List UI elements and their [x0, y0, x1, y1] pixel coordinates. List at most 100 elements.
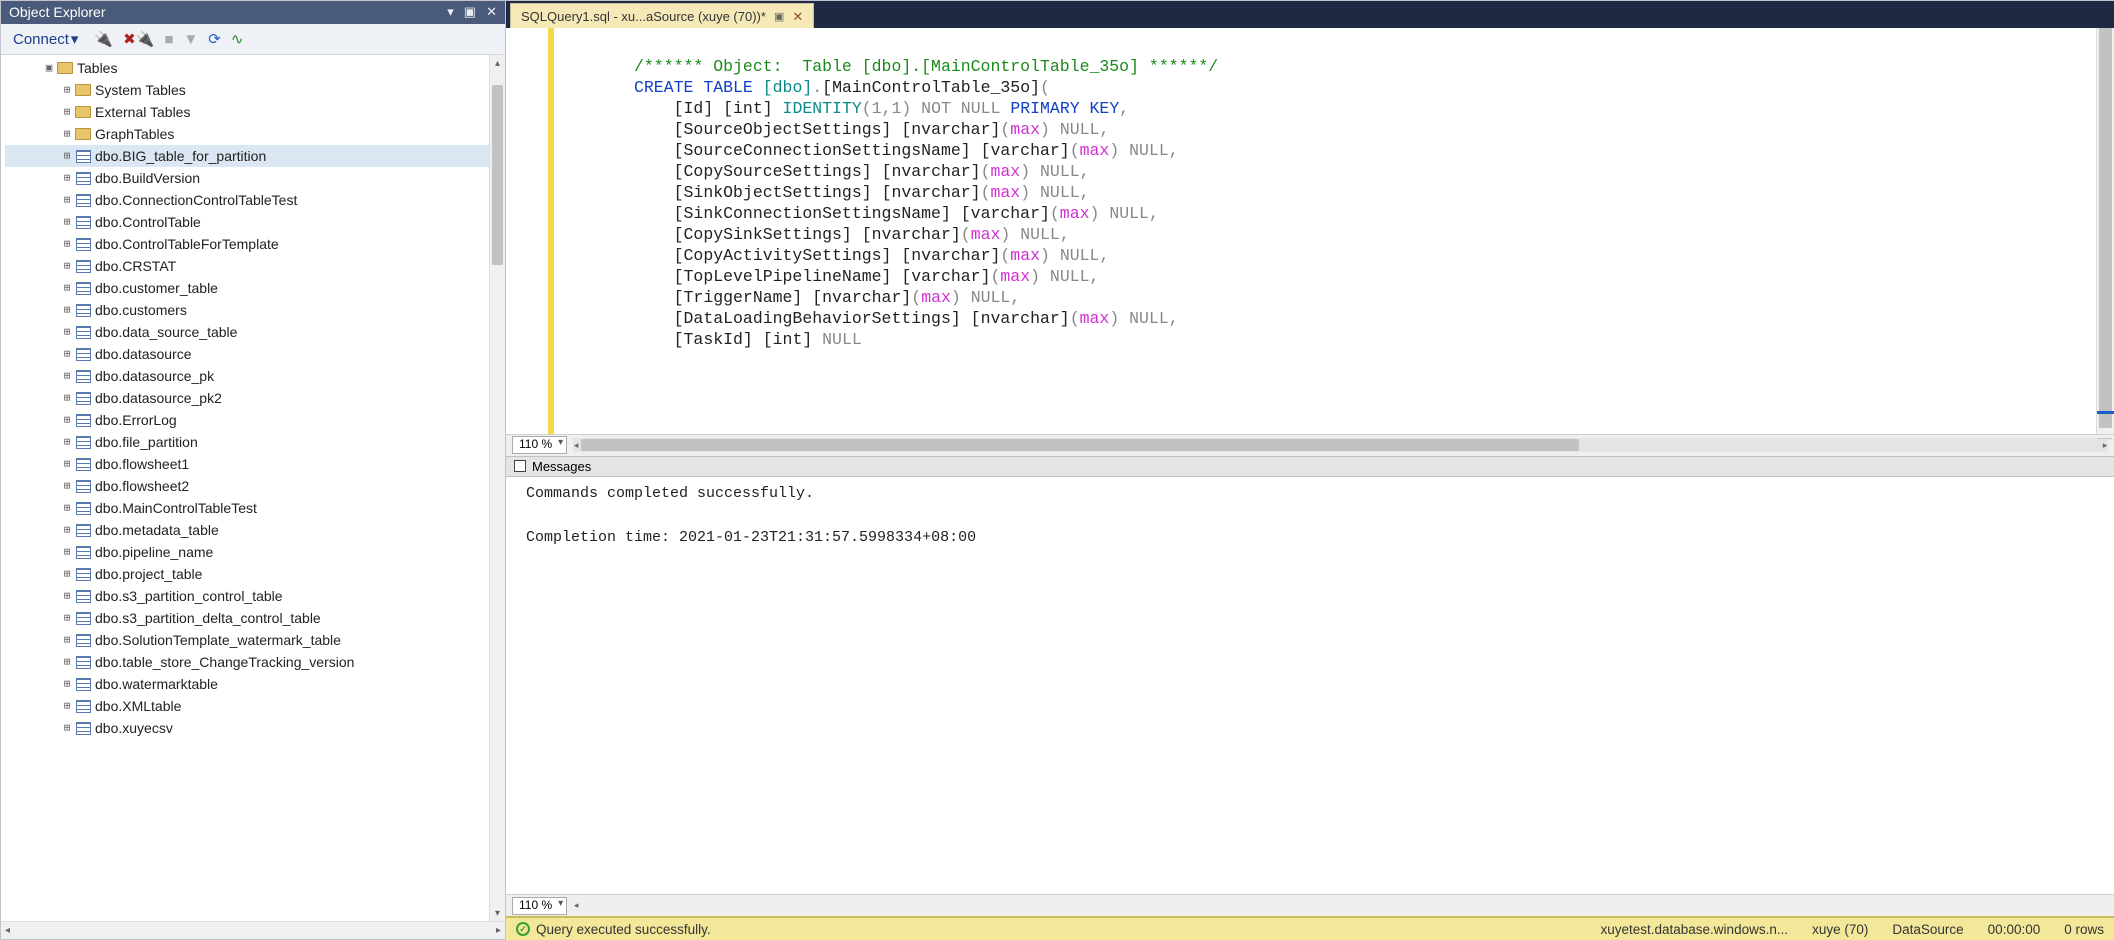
object-explorer-titlebar[interactable]: Object Explorer ▾ ▣ ✕: [1, 1, 505, 24]
expand-icon[interactable]: ⊞: [61, 80, 73, 100]
scrollbar-thumb[interactable]: [581, 439, 1579, 451]
expand-icon[interactable]: ⊞: [61, 102, 73, 122]
tree-folder[interactable]: ⊞External Tables: [5, 101, 489, 123]
tree-table[interactable]: ⊞dbo.watermarktable: [5, 673, 489, 695]
tree-table[interactable]: ⊞dbo.datasource_pk: [5, 365, 489, 387]
tree-folder[interactable]: ⊞GraphTables: [5, 123, 489, 145]
tree-table[interactable]: ⊞dbo.xuyecsv: [5, 717, 489, 739]
expand-icon[interactable]: ⊞: [61, 256, 73, 276]
editor-vertical-scrollbar[interactable]: [2096, 28, 2114, 434]
expand-icon[interactable]: ⊞: [61, 652, 73, 672]
expand-icon[interactable]: ⊞: [61, 586, 73, 606]
table-icon: [75, 302, 91, 318]
pin-tab-icon[interactable]: ▣: [774, 10, 784, 23]
active-tab[interactable]: SQLQuery1.sql - xu...aSource (xuye (70))…: [510, 3, 814, 28]
tree-table[interactable]: ⊞dbo.MainControlTableTest: [5, 497, 489, 519]
tree-table[interactable]: ⊞ dbo.project_table: [5, 563, 489, 585]
tree-table[interactable]: ⊞dbo.data_source_table: [5, 321, 489, 343]
disconnect-icon[interactable]: ✖🔌: [123, 30, 154, 48]
scrollbar-thumb[interactable]: [2099, 28, 2112, 428]
expand-icon[interactable]: ⊞: [61, 146, 73, 166]
tree-table[interactable]: ⊞dbo.pipeline_name: [5, 541, 489, 563]
expand-icon[interactable]: ⊞: [61, 498, 73, 518]
expand-icon[interactable]: ⊞: [61, 190, 73, 210]
expand-icon[interactable]: ⊞: [61, 278, 73, 298]
tree-table[interactable]: ⊞dbo.customer_table: [5, 277, 489, 299]
scroll-right-icon[interactable]: ▸: [2098, 438, 2112, 452]
tree-vertical-scrollbar[interactable]: ▴ ▾: [489, 55, 505, 921]
tree-table[interactable]: ⊞dbo.file_partition: [5, 431, 489, 453]
messages-body[interactable]: Commands completed successfully. Complet…: [506, 477, 2114, 895]
messages-horizontal-scrollbar[interactable]: ◂: [573, 899, 2108, 913]
tree-table[interactable]: ⊞dbo.ErrorLog: [5, 409, 489, 431]
folder-icon: [75, 126, 91, 142]
tree-table[interactable]: ⊞dbo.metadata_table: [5, 519, 489, 541]
collapse-icon[interactable]: ▣: [43, 58, 55, 78]
expand-icon[interactable]: ⊞: [61, 476, 73, 496]
expand-icon[interactable]: ⊞: [61, 520, 73, 540]
scroll-right-icon[interactable]: ▸: [496, 925, 501, 936]
refresh-icon[interactable]: ⟳: [208, 30, 221, 48]
expand-icon[interactable]: ⊞: [61, 388, 73, 408]
sql-code-editor[interactable]: /****** Object: Table [dbo].[MainControl…: [554, 28, 2114, 434]
expand-icon[interactable]: ⊞: [61, 718, 73, 738]
expand-icon[interactable]: ⊞: [61, 696, 73, 716]
tree-table[interactable]: ⊞dbo.ControlTable: [5, 211, 489, 233]
messages-zoom-select[interactable]: 110 %: [512, 897, 567, 915]
tree-folder[interactable]: ⊞System Tables: [5, 79, 489, 101]
tree-horizontal-scrollbar[interactable]: ◂ ▸: [1, 921, 505, 939]
expand-icon[interactable]: ⊞: [61, 454, 73, 474]
tree-table[interactable]: ⊞dbo.s3_partition_delta_control_table: [5, 607, 489, 629]
expand-icon[interactable]: ⊞: [61, 168, 73, 188]
object-tree[interactable]: ▣Tables⊞System Tables⊞External Tables⊞Gr…: [1, 55, 489, 921]
expand-icon[interactable]: ⊞: [61, 630, 73, 650]
expand-icon[interactable]: ⊞: [61, 300, 73, 320]
expand-icon[interactable]: ⊞: [61, 124, 73, 144]
scroll-left-icon[interactable]: ◂: [569, 899, 583, 913]
tree-table[interactable]: ⊞dbo.BIG_table_for_partition: [5, 145, 489, 167]
expand-icon[interactable]: ⊞: [61, 366, 73, 386]
expand-icon[interactable]: ⊞: [61, 608, 73, 628]
close-tab-icon[interactable]: ✕: [792, 9, 803, 25]
expand-icon[interactable]: ⊞: [61, 432, 73, 452]
tree-label: dbo.project_table: [95, 564, 202, 584]
tree-table[interactable]: ⊞dbo.CRSTAT: [5, 255, 489, 277]
activity-icon[interactable]: ∿: [231, 30, 244, 48]
dropdown-icon[interactable]: ▾: [447, 4, 454, 20]
expand-icon[interactable]: ⊞: [61, 212, 73, 232]
tree-table[interactable]: ⊞dbo.BuildVersion: [5, 167, 489, 189]
messages-tab-header[interactable]: Messages: [506, 456, 2114, 477]
connect-server-icon[interactable]: 🔌: [94, 30, 113, 48]
status-server: xuyetest.database.windows.n...: [1600, 922, 1788, 937]
expand-icon[interactable]: ⊞: [61, 410, 73, 430]
editor-horizontal-scrollbar[interactable]: ◂ ▸: [573, 438, 2108, 452]
expand-icon[interactable]: ⊞: [61, 564, 73, 584]
scroll-up-icon[interactable]: ▴: [490, 55, 505, 71]
stop-icon[interactable]: ■: [164, 31, 173, 48]
tree-table[interactable]: ⊞dbo.XMLtable: [5, 695, 489, 717]
tree-table[interactable]: ⊞dbo.ControlTableForTemplate: [5, 233, 489, 255]
tree-folder-tables[interactable]: ▣Tables: [5, 57, 489, 79]
tree-table[interactable]: ⊞dbo.flowsheet2: [5, 475, 489, 497]
scroll-down-icon[interactable]: ▾: [490, 905, 505, 921]
connect-button[interactable]: Connect▾: [7, 28, 84, 50]
tree-table[interactable]: ⊞dbo.datasource: [5, 343, 489, 365]
scrollbar-thumb[interactable]: [492, 85, 503, 265]
tree-table[interactable]: ⊞dbo.datasource_pk2: [5, 387, 489, 409]
close-icon[interactable]: ✕: [486, 4, 497, 20]
expand-icon[interactable]: ⊞: [61, 234, 73, 254]
expand-icon[interactable]: ⊞: [61, 344, 73, 364]
expand-icon[interactable]: ⊞: [61, 674, 73, 694]
pin-icon[interactable]: ▣: [464, 4, 476, 20]
tree-table[interactable]: ⊞dbo.SolutionTemplate_watermark_table: [5, 629, 489, 651]
expand-icon[interactable]: ⊞: [61, 322, 73, 342]
editor-zoom-select[interactable]: 110 %: [512, 436, 567, 454]
scroll-left-icon[interactable]: ◂: [5, 925, 10, 936]
tree-table[interactable]: ⊞dbo.ConnectionControlTableTest: [5, 189, 489, 211]
tree-table[interactable]: ⊞dbo.customers: [5, 299, 489, 321]
filter-icon[interactable]: ▼: [183, 31, 198, 48]
tree-table[interactable]: ⊞dbo.s3_partition_control_table: [5, 585, 489, 607]
expand-icon[interactable]: ⊞: [61, 542, 73, 562]
tree-table[interactable]: ⊞dbo.flowsheet1: [5, 453, 489, 475]
tree-table[interactable]: ⊞dbo.table_store_ChangeTracking_version: [5, 651, 489, 673]
